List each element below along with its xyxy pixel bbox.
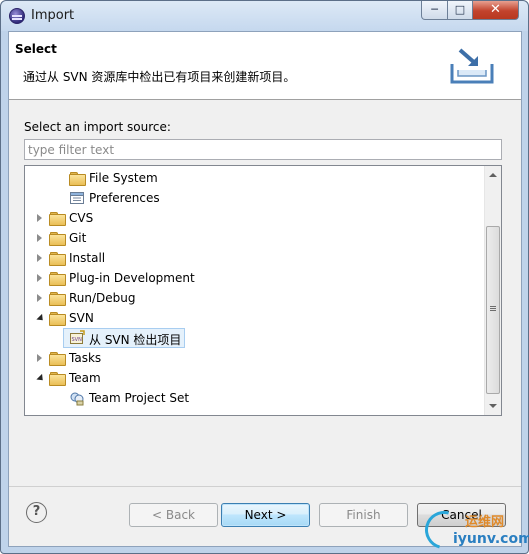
- tree-item-label: File System: [89, 171, 158, 185]
- minimize-button[interactable]: ─: [421, 1, 448, 20]
- page-title: Select: [15, 42, 57, 56]
- eclipse-icon: [9, 8, 25, 24]
- watermark-en: iyunv.com: [453, 531, 529, 547]
- collapsed-arrow-icon[interactable]: [37, 274, 42, 282]
- tree-item-label: Team: [69, 371, 101, 385]
- open-folder-icon: [49, 370, 66, 386]
- expanded-arrow-icon[interactable]: [36, 313, 46, 324]
- folder-icon: [49, 350, 66, 366]
- tree-item[interactable]: Git: [25, 228, 485, 248]
- open-folder-icon: [49, 310, 66, 326]
- footer-divider: [9, 486, 521, 487]
- finish-button[interactable]: Finish: [319, 503, 408, 527]
- import-source-label: Select an import source:: [24, 120, 171, 134]
- folder-icon: [49, 270, 66, 286]
- tree-item-label: Team Project Set: [89, 391, 190, 405]
- watermark-logo: 运维网 iyunv.com: [418, 504, 529, 554]
- folder-icon: [49, 230, 66, 246]
- maximize-button[interactable]: □: [447, 1, 473, 20]
- tree-item-label: SVN: [69, 311, 94, 325]
- wizard-header: Select 通过从 SVN 资源库中检出已有项目来创建新项目。: [9, 32, 521, 100]
- tree-item-label: CVS: [69, 211, 94, 225]
- next-button[interactable]: Next >: [221, 503, 310, 527]
- team-project-set-icon: [69, 390, 85, 406]
- collapsed-arrow-icon[interactable]: [37, 354, 42, 362]
- folder-icon: [49, 250, 66, 266]
- tree-item-label: Install: [69, 251, 106, 265]
- tree-item[interactable]: Plug-in Development: [25, 268, 485, 288]
- window-title: Import: [31, 8, 75, 23]
- tree-item[interactable]: Team: [25, 368, 485, 388]
- tree-item[interactable]: Team Project Set: [25, 388, 485, 408]
- tree-item[interactable]: File System: [25, 168, 485, 188]
- tree-item[interactable]: CVS: [25, 208, 485, 228]
- import-dialog: Import ─ □ ✕ Select 通过从 SVN 资源库中检出已有项目来创…: [0, 0, 529, 554]
- tree-item[interactable]: Run/Debug: [25, 288, 485, 308]
- tree-item[interactable]: SVN 从 SVN 检出项目: [25, 328, 485, 348]
- collapsed-arrow-icon[interactable]: [37, 294, 42, 302]
- scroll-thumb[interactable]: [486, 226, 500, 394]
- page-description: 通过从 SVN 资源库中检出已有项目来创建新项目。: [23, 70, 296, 84]
- import-source-tree: File System Preferences CVS Git Install Plug-…: [24, 165, 502, 416]
- scroll-grip-icon: [490, 306, 496, 307]
- close-button[interactable]: ✕: [472, 1, 519, 20]
- help-button[interactable]: ?: [26, 502, 47, 523]
- folder-icon: [49, 290, 66, 306]
- expanded-arrow-icon[interactable]: [36, 373, 46, 384]
- import-wizard-icon: [450, 48, 494, 84]
- tree-scrollbar[interactable]: [484, 166, 501, 415]
- tree-item-label: Preferences: [89, 191, 160, 205]
- collapsed-arrow-icon[interactable]: [37, 214, 42, 222]
- tree-item[interactable]: Preferences: [25, 188, 485, 208]
- watermark-cn: 运维网: [465, 515, 505, 530]
- svg-text:SVN: SVN: [72, 337, 83, 343]
- title-bar[interactable]: Import ─ □ ✕: [1, 1, 528, 31]
- scroll-down-arrow-icon[interactable]: [489, 404, 497, 408]
- tree-item-label: Plug-in Development: [69, 271, 195, 285]
- collapsed-arrow-icon[interactable]: [37, 254, 42, 262]
- tree-item[interactable]: Tasks: [25, 348, 485, 368]
- tree-item-label: 从 SVN 检出项目: [89, 333, 182, 347]
- folder-icon: [69, 170, 86, 186]
- back-button[interactable]: < Back: [129, 503, 218, 527]
- tree-item-label: Run/Debug: [69, 291, 136, 305]
- preferences-icon: [69, 190, 85, 206]
- tree-item-label: Tasks: [69, 351, 102, 365]
- filter-input[interactable]: [24, 139, 502, 160]
- collapsed-arrow-icon[interactable]: [37, 234, 42, 242]
- svn-checkout-icon: SVN: [69, 330, 85, 346]
- dialog-body: Select 通过从 SVN 资源库中检出已有项目来创建新项目。 Select …: [8, 31, 522, 547]
- tree-item-label: Git: [69, 231, 87, 245]
- tree-item[interactable]: Install: [25, 248, 485, 268]
- scroll-up-arrow-icon[interactable]: [489, 173, 497, 177]
- tree-item[interactable]: SVN: [25, 308, 485, 328]
- folder-icon: [49, 210, 66, 226]
